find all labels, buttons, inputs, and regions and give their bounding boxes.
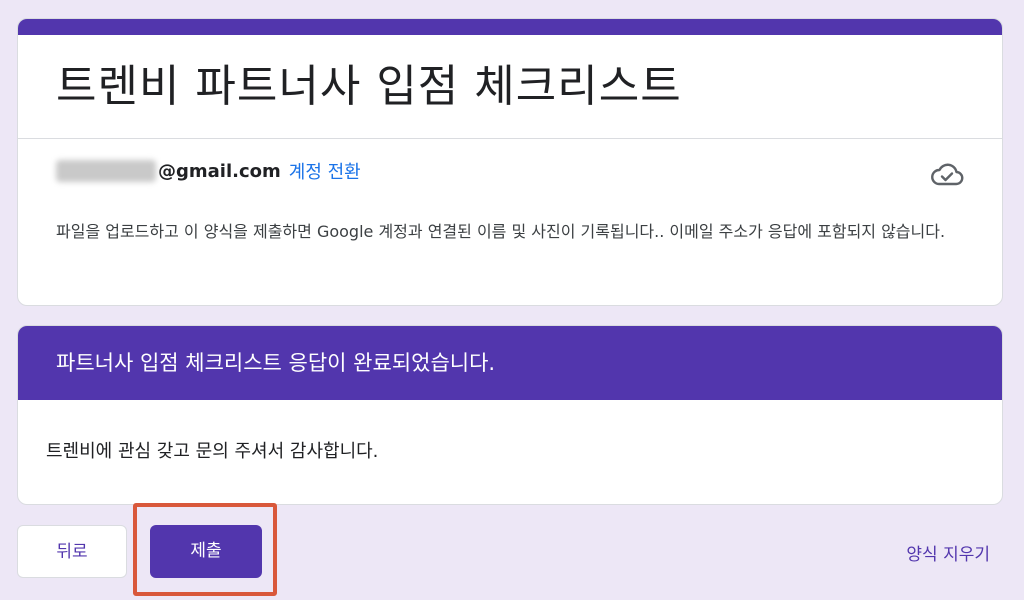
email-username-redacted — [56, 160, 156, 182]
clear-form-link[interactable]: 양식 지우기 — [906, 540, 990, 565]
confirmation-card: 파트너사 입점 체크리스트 응답이 완료되었습니다. 트렌비에 관심 갖고 문의… — [17, 325, 1003, 505]
switch-account-link[interactable]: 계정 전환 — [289, 158, 361, 184]
submit-button[interactable]: 제출 — [150, 525, 262, 578]
account-row: @gmail.com 계정 전환 — [18, 139, 1002, 209]
account-info-text: 파일을 업로드하고 이 양식을 제출하면 Google 계정과 연결된 이름 및… — [56, 222, 946, 241]
back-button[interactable]: 뒤로 — [17, 525, 127, 578]
form-header-card: 트렌비 파트너사 입점 체크리스트 @gmail.com 계정 전환 파일을 업… — [17, 18, 1003, 306]
form-title: 트렌비 파트너사 입점 체크리스트 — [18, 35, 1002, 139]
header-accent-stripe — [18, 19, 1002, 35]
confirmation-header: 파트너사 입점 체크리스트 응답이 완료되었습니다. — [18, 326, 1002, 400]
email-domain: @gmail.com — [158, 160, 281, 182]
confirmation-message: 트렌비에 관심 갖고 문의 주셔서 감사합니다. — [46, 441, 379, 462]
cloud-done-icon — [931, 163, 964, 186]
